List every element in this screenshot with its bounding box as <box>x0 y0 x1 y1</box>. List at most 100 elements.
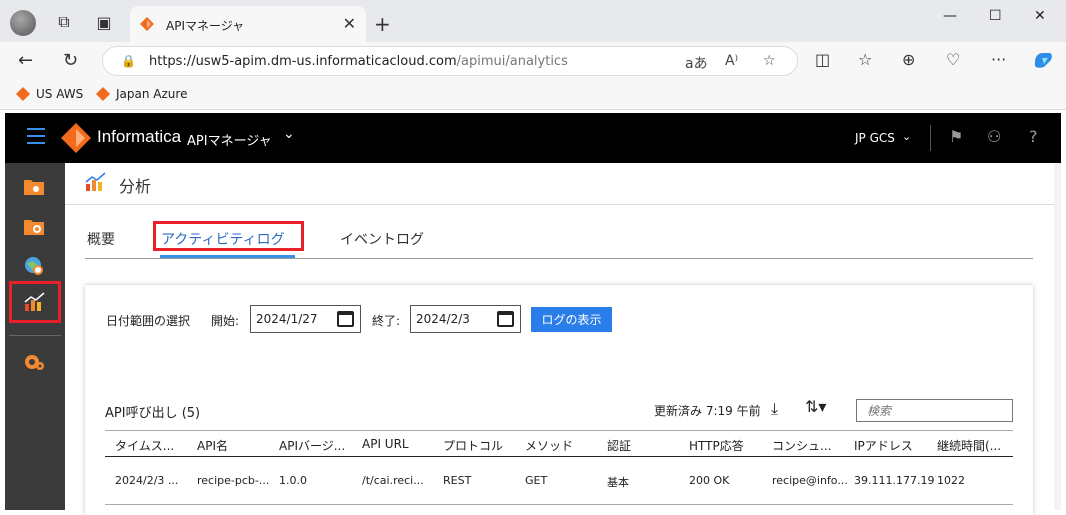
tabs-divider <box>85 258 1033 259</box>
tab-activity-log[interactable]: アクティビティログ <box>161 229 285 249</box>
sidebar-item-apis[interactable] <box>21 173 47 199</box>
close-window-icon[interactable]: ✕ <box>1034 8 1046 24</box>
search-input[interactable] <box>856 399 1013 422</box>
back-icon[interactable]: ← <box>18 50 33 71</box>
chevron-down-icon[interactable]: ⌄ <box>283 126 295 142</box>
tab-title: APIマネージャ <box>166 19 245 33</box>
read-aloud-icon[interactable]: aあ <box>685 53 708 73</box>
calendar-icon[interactable] <box>497 311 514 327</box>
table-row[interactable]: 2024/2/3 ... recipe-pcb-... 1.0.0 /t/cai… <box>105 457 1013 505</box>
column-header[interactable]: APIバージ... <box>279 437 357 454</box>
more-menu-icon[interactable]: ··· <box>991 50 1006 69</box>
updated-status: 更新済み 7:19 午前 <box>654 404 761 418</box>
column-header[interactable]: 継続時間(... <box>937 437 1013 454</box>
help-icon[interactable]: ? <box>1029 127 1038 146</box>
column-header[interactable]: IPアドレス <box>854 437 932 454</box>
product-switcher[interactable]: APIマネージャ <box>187 130 272 149</box>
table-cell: recipe-pcb-... <box>197 474 270 487</box>
page-title: 分析 <box>119 177 152 196</box>
refresh-icon[interactable]: ↻ <box>63 50 78 71</box>
split-screen-icon[interactable]: ◫ <box>815 50 830 69</box>
favorites-icon[interactable]: ☆ <box>858 50 872 69</box>
tab-overview[interactable]: 概要 <box>87 229 115 249</box>
sidebar-item-analytics[interactable] <box>9 281 61 323</box>
column-header[interactable]: プロトコル <box>443 437 521 454</box>
user-icon[interactable]: ⚇ <box>987 127 1001 146</box>
table-cell: /t/cai.reci... <box>362 474 424 487</box>
gear-icon <box>25 355 44 370</box>
analytics-chart-icon <box>85 172 106 191</box>
flag-icon[interactable]: ⚑ <box>949 127 963 146</box>
copilot-icon[interactable] <box>1032 50 1054 74</box>
column-header[interactable]: メソッド <box>525 437 603 454</box>
bookmarks-bar: US AWS Japan Azure <box>0 80 1066 110</box>
globe-search-icon <box>25 257 43 275</box>
bookmark-japan-azure[interactable]: Japan Azure <box>96 87 187 101</box>
close-tab-icon[interactable]: ✕ <box>343 14 356 33</box>
column-header[interactable]: API URL <box>362 437 440 451</box>
activity-table: タイムス... API名 APIバージ... API URL プロトコル メソッ… <box>105 430 1013 505</box>
org-switcher[interactable]: JP GCS <box>855 131 895 145</box>
sidebar-item-settings[interactable] <box>21 349 47 375</box>
new-tab-icon[interactable]: + <box>374 12 391 36</box>
bookmark-label: Japan Azure <box>116 87 188 101</box>
brand-name: Informatica <box>97 127 182 146</box>
url-field[interactable]: 🔒 https://usw5-apim.dm-us.informaticaclo… <box>102 46 798 76</box>
table-cell: 1.0.0 <box>279 474 307 487</box>
informatica-favicon-icon <box>96 87 110 101</box>
profile-avatar[interactable] <box>10 10 36 36</box>
download-icon[interactable]: ⤓ <box>771 399 778 419</box>
browser-tab-bar: ⧉ ▣ APIマネージャ ✕ + — ☐ ✕ <box>0 0 1066 42</box>
informatica-favicon-icon <box>140 17 154 31</box>
chevron-down-icon[interactable]: ⌄ <box>902 130 911 143</box>
sidebar-item-policies[interactable] <box>21 253 47 279</box>
sidebar-item-groups[interactable] <box>21 213 47 239</box>
lock-icon: 🔒 <box>121 54 136 68</box>
start-date-field[interactable]: 2024/1/27 <box>250 305 361 333</box>
column-header[interactable]: API名 <box>197 437 275 454</box>
start-date-value: 2024/1/27 <box>256 312 318 326</box>
start-label: 開始: <box>211 314 240 328</box>
calendar-icon[interactable] <box>337 311 354 327</box>
hamburger-menu-icon[interactable] <box>27 128 45 144</box>
table-cell: GET <box>525 474 548 487</box>
table-cell: 200 OK <box>689 474 730 487</box>
column-header[interactable]: タイムス... <box>115 437 191 454</box>
sort-icon[interactable]: ⇅▾ <box>805 397 826 416</box>
tab-event-log[interactable]: イベントログ <box>340 229 424 249</box>
informatica-favicon-icon <box>16 87 30 101</box>
end-date-field[interactable]: 2024/2/3 <box>410 305 521 333</box>
tab-actions-icon[interactable]: ▣ <box>92 10 116 34</box>
app-header: Informatica APIマネージャ ⌄ JP GCS ⌄ ⚑ ⚇ ? <box>5 113 1061 163</box>
column-header[interactable]: HTTP応答 <box>689 437 767 454</box>
table-cell: 1022 <box>937 474 965 487</box>
minimize-icon[interactable]: — <box>943 8 957 24</box>
table-cell: 2024/2/3 ... <box>115 474 179 487</box>
maximize-icon[interactable]: ☐ <box>989 8 1002 24</box>
table-cell: 39.111.177.191 <box>854 474 936 487</box>
bookmark-label: US AWS <box>36 87 84 101</box>
end-date-value: 2024/2/3 <box>416 312 470 326</box>
header-divider <box>930 125 931 151</box>
date-range-label: 日付範囲の選択 <box>106 314 191 328</box>
activity-log-card: 日付範囲の選択 開始: 2024/1/27 終了: 2024/2/3 ログの表示… <box>85 285 1033 515</box>
table-cell: 基本 <box>607 476 629 489</box>
browser-tab[interactable]: APIマネージャ ✕ <box>130 6 366 42</box>
immersive-reader-icon[interactable]: A⁾ <box>725 53 738 69</box>
collections-icon[interactable]: ⊕ <box>902 50 915 69</box>
analytics-chart-icon <box>24 292 45 311</box>
browser-essentials-icon[interactable]: ♡ <box>946 50 960 69</box>
table-cell: REST <box>443 474 472 487</box>
end-label: 終了: <box>372 314 401 328</box>
workspaces-icon[interactable]: ⧉ <box>52 10 76 34</box>
table-title: API呼び出し (5) <box>105 406 201 421</box>
page-header: 分析 <box>65 163 1054 205</box>
bookmark-us-aws[interactable]: US AWS <box>16 87 83 101</box>
favorite-star-icon[interactable]: ☆ <box>763 53 776 69</box>
folder-settings-icon <box>24 220 44 235</box>
sidebar <box>5 163 65 510</box>
table-cell: recipe@info... <box>772 474 848 487</box>
column-header[interactable]: コンシュ... <box>772 437 850 454</box>
column-header[interactable]: 認証 <box>607 437 685 454</box>
show-logs-button[interactable]: ログの表示 <box>531 307 612 332</box>
